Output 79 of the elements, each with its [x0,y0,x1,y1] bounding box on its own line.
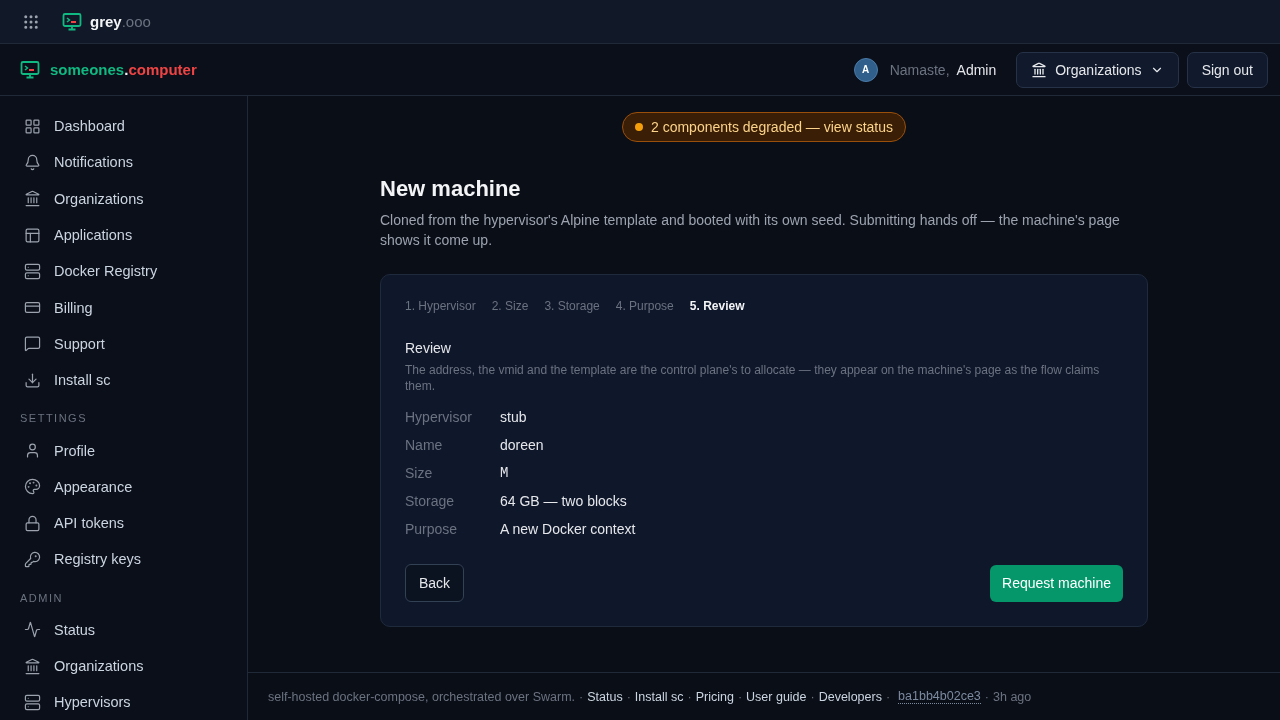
footer-text: 3h ago [993,689,1032,704]
organizations-button[interactable]: Organizations [1016,51,1179,88]
sidebar-item[interactable]: Install sc [12,362,235,399]
wizard-step[interactable]: 5. Review [689,299,745,313]
footer-separator: · [687,689,692,704]
building-icon [24,190,41,208]
review-value: A new Docker context [500,520,637,539]
sidebar-item[interactable]: Organizations [12,647,235,685]
server-icon [24,262,41,280]
wizard-step[interactable]: 4. Purpose [615,299,674,313]
back-button[interactable]: Back [405,564,465,602]
request-machine-button[interactable]: Request machine [990,564,1123,602]
sidebar-item[interactable]: Applications [12,216,235,254]
review-label: Hypervisor [405,408,473,427]
sidebar-section-title: ADMIN [19,590,64,606]
wizard-step[interactable]: 3. Storage [544,299,600,313]
sidebar-item[interactable]: Hypervisors [12,684,235,720]
monitor-logo-icon [20,59,40,80]
review-value: 64 GB — two blocks [500,492,628,511]
wizard-step[interactable]: 1. Hypervisor [405,299,476,313]
review-label: Storage [405,492,456,511]
sidebar-item[interactable]: Billing [12,289,235,326]
review-value: stub [500,408,528,427]
footer-link[interactable]: Install sc [634,689,684,704]
user-avatar: A [853,57,878,82]
footer-link[interactable]: Developers [818,689,882,704]
sidebar-item[interactable]: Profile [12,432,235,469]
server-icon [24,693,41,711]
review-label: Size [405,464,434,483]
section-note: The address, the vmid and the template are the control plane's to allocate — they appear on the machine's page as the flow claims them. [405,362,1101,394]
building-icon [24,657,41,675]
sidebar-item[interactable]: Organizations [12,180,235,217]
monitor-logo-icon [62,11,82,32]
user-icon [24,442,41,459]
palette-icon [24,478,41,496]
review-label: Name [405,436,444,455]
footer-link[interactable]: Status [587,689,623,704]
sidebar-item[interactable]: Status [12,611,235,648]
site-logo[interactable]: someones.computer [50,61,197,78]
key-icon [24,550,41,568]
sidebar-item[interactable]: Dashboard [12,108,235,145]
footer-separator: · [984,689,989,704]
sidebar-section-title: SETTINGS [19,411,88,427]
sidebar-item[interactable]: Support [12,325,235,363]
lock-icon [24,514,41,532]
user-name: Admin [956,61,997,78]
commit-link[interactable]: ba1bb4b02ce3 [898,689,981,704]
status-banner[interactable]: 2 components degraded — view status [622,112,906,142]
footer-separator: · [885,689,891,704]
review-value: doreen [500,436,545,455]
apps-grid-icon[interactable] [22,12,40,31]
sidebar-item[interactable]: Docker Registry [12,253,235,290]
footer-link[interactable]: User guide [746,689,807,704]
chat-icon [24,335,41,353]
bell-icon [24,153,41,171]
page-description: Cloned from the hypervisor's Alpine template and booted with its own seed. Submitting hands off — the machine's page shows it come up. [380,211,1121,250]
footer-link[interactable]: Pricing [695,689,734,704]
activity-icon [24,621,41,639]
brand-name[interactable]: grey.ooo [90,13,151,30]
sidebar-item[interactable]: API tokens [12,504,235,542]
review-label: Purpose [405,520,459,539]
layout-icon [24,226,41,244]
sidebar-item[interactable]: Registry keys [12,541,235,578]
footer-separator: · [737,689,743,704]
section-title: Review [405,340,452,356]
sidebar-item[interactable]: Appearance [12,468,235,505]
download-icon [24,371,41,389]
building-icon [1031,61,1048,78]
sidebar-item[interactable]: Notifications [12,144,235,181]
footer-separator: · [810,689,815,704]
dashboard-icon [24,117,41,135]
wizard-step[interactable]: 2. Size [491,299,529,313]
greeting: Namaste, [889,61,950,78]
review-value: M [500,464,510,483]
footer-separator: · [626,689,631,704]
page-title: New machine [380,176,522,202]
footer-text: self-hosted docker-compose, orchestrated over Swarm. [268,689,576,704]
footer-separator: · [579,689,584,704]
sign-out-button[interactable]: Sign out [1186,51,1268,88]
